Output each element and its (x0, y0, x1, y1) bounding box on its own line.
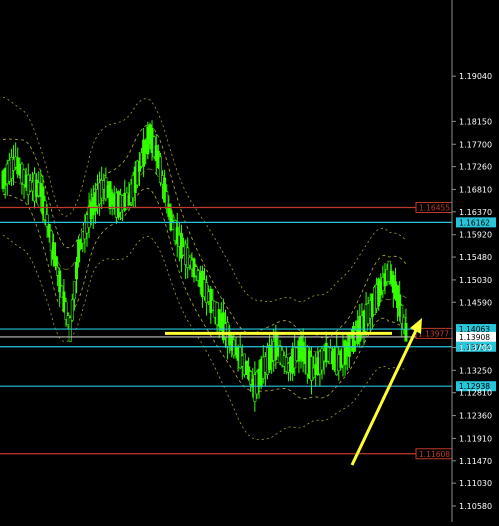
price-tick-label: 1.11030 (459, 479, 492, 488)
level-label-text: 1.13908 (459, 333, 490, 342)
price-tick-label: 1.11470 (459, 457, 492, 466)
level-label-text: 1.11608 (419, 450, 450, 459)
level-label-text: 1.16162 (459, 218, 490, 227)
level-label-text: 1.16455 (419, 204, 450, 213)
chart-svg: 1.164551.161621.140631.139081.137141.129… (0, 0, 499, 522)
current-price-label: 1.13977 (418, 329, 449, 338)
chart-background (0, 0, 499, 522)
price-tick-label: 1.15030 (459, 276, 492, 285)
price-tick-label: 1.15920 (459, 231, 492, 240)
price-tick-label: 1.12810 (459, 389, 492, 398)
candle-body (404, 322, 408, 342)
price-tick-label: 1.18150 (459, 117, 492, 126)
candle-body (72, 281, 76, 300)
price-tick-label: 1.13700 (459, 343, 492, 352)
candle-body (74, 261, 78, 280)
price-tick-label: 1.19040 (459, 72, 492, 81)
price-tick-label: 1.14590 (459, 298, 492, 307)
price-tick-label: 1.10580 (459, 502, 492, 511)
price-tick-label: 1.15480 (459, 253, 492, 262)
price-tick-label: 1.12360 (459, 412, 492, 421)
price-tick-label: 1.16810 (459, 185, 492, 194)
candle-body (54, 255, 58, 267)
price-tick-label: 1.13250 (459, 366, 492, 375)
price-tick-label: 1.17700 (459, 140, 492, 149)
price-tick-label: 1.17260 (459, 163, 492, 172)
forex-chart: 1.16455 1.16162 1.14063 1.13908 1.13714 1.129… (0, 0, 499, 522)
candle-body (68, 317, 72, 342)
price-tick-label: 1.16370 (459, 208, 492, 217)
candle-body (70, 299, 74, 321)
price-tick-label: 1.11910 (459, 434, 492, 443)
